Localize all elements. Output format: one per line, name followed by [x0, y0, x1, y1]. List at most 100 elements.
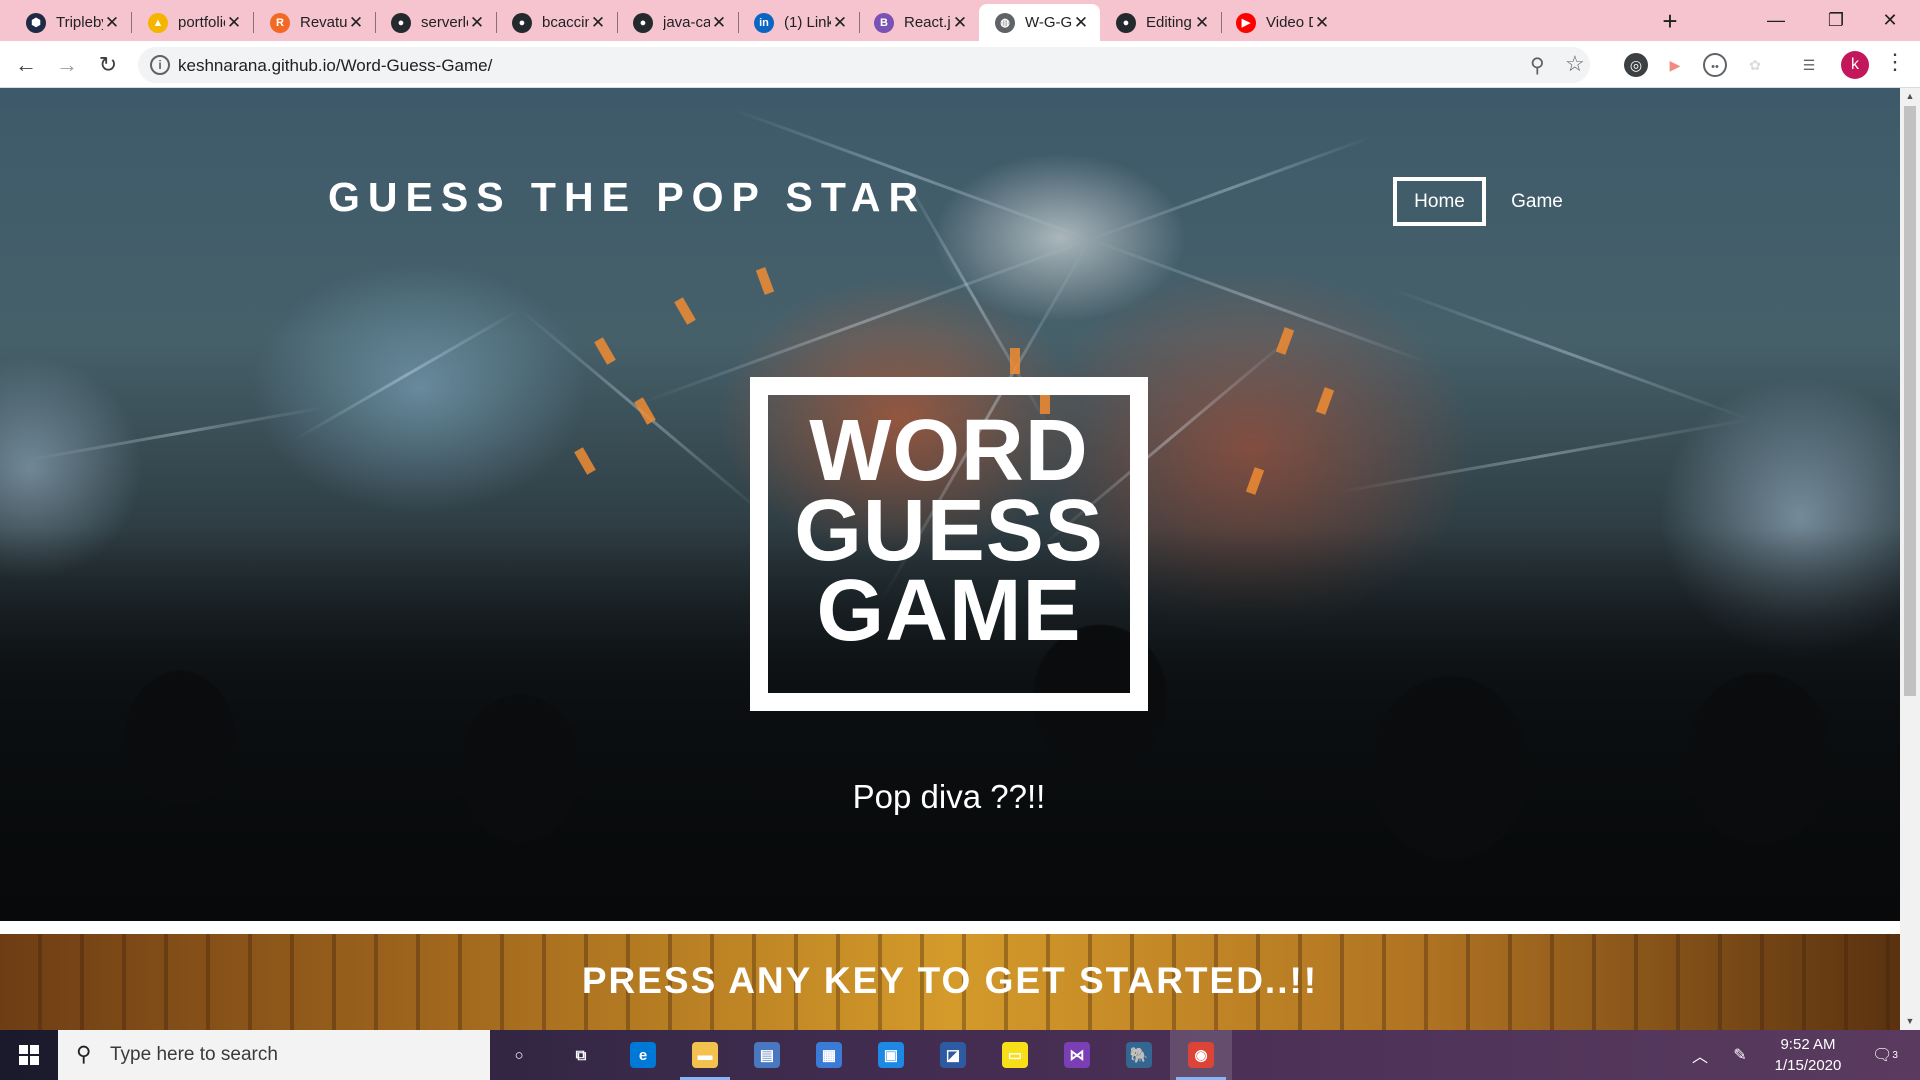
remote-desktop-icon: ◪: [940, 1042, 966, 1068]
visual-studio-icon: ⋈: [1064, 1042, 1090, 1068]
taskbar-app[interactable]: ▤: [736, 1030, 798, 1080]
tab-close-icon[interactable]: ✕: [1072, 13, 1090, 33]
show-hidden-icons-chevron-icon[interactable]: ︿: [1682, 1030, 1718, 1080]
taskbar-app[interactable]: e: [612, 1030, 674, 1080]
store-icon: ▦: [816, 1042, 842, 1068]
new-tab-button[interactable]: +: [1656, 4, 1684, 38]
extension-icon[interactable]: ◎: [1624, 53, 1648, 77]
taskbar-app[interactable]: ▦: [798, 1030, 860, 1080]
browser-tab[interactable]: ● Editing git✕: [1100, 4, 1221, 41]
stage-led-panel: [1315, 387, 1335, 415]
stage-light-beam: [29, 405, 326, 461]
tab-close-icon[interactable]: ✕: [468, 13, 486, 33]
calculator-store-icon: ▣: [878, 1042, 904, 1068]
tab-title: Triplebyte: [56, 14, 103, 31]
stage-led-panel: [1275, 327, 1295, 355]
close-window-button[interactable]: ✕: [1860, 0, 1920, 40]
browser-tab[interactable]: R RevatureP✕: [254, 4, 375, 41]
globe-icon: ◍: [995, 12, 1015, 33]
stage-led-panel: [574, 447, 596, 475]
linkedin-icon: in: [754, 12, 774, 33]
chrome-menu-icon[interactable]: ⋮: [1884, 49, 1906, 75]
taskbar-app[interactable]: ⋈: [1046, 1030, 1108, 1080]
restore-button[interactable]: ❐: [1806, 0, 1866, 40]
browser-tab[interactable]: in (1) Linked✕: [738, 4, 859, 41]
taskbar-search-box[interactable]: ⚲ Type here to search: [58, 1030, 490, 1080]
scroll-down-arrow[interactable]: ▼: [1900, 1013, 1920, 1030]
nav-home-link[interactable]: Home: [1393, 177, 1486, 226]
clock-date: 1/15/2020: [1774, 1057, 1842, 1074]
tab-close-icon[interactable]: ✕: [1313, 13, 1331, 33]
app-icon: ▤: [754, 1042, 780, 1068]
extension-icon[interactable]: ▶: [1663, 53, 1687, 77]
profile-avatar[interactable]: k: [1841, 51, 1869, 79]
taskbar-app[interactable]: ▬: [674, 1030, 736, 1080]
taskbar-app[interactable]: ⧉: [550, 1030, 612, 1080]
search-placeholder: Type here to search: [110, 1044, 278, 1065]
zoom-icon[interactable]: ⚲: [1530, 53, 1545, 78]
revature-icon: R: [270, 12, 290, 33]
browser-tab[interactable]: B React.js ch✕: [858, 4, 979, 41]
tab-close-icon[interactable]: ✕: [589, 13, 607, 33]
tab-close-icon[interactable]: ✕: [710, 13, 728, 33]
taskbar-app[interactable]: ▣: [860, 1030, 922, 1080]
nav-game-link[interactable]: Game: [1497, 177, 1577, 226]
tab-close-icon[interactable]: ✕: [1193, 13, 1211, 33]
clock-time: 9:52 AM: [1780, 1036, 1836, 1053]
hero-section: GUESS THE POP STAR Home Game WORD GUESS …: [0, 88, 1900, 921]
url-text[interactable]: keshnarana.github.io/Word-Guess-Game/: [178, 56, 492, 76]
stage-led-panel: [755, 267, 775, 295]
browser-tab[interactable]: ● serverless✕: [375, 4, 496, 41]
tab-close-icon[interactable]: ✕: [103, 13, 121, 33]
taskbar-app[interactable]: ▭: [984, 1030, 1046, 1080]
github-icon: ●: [1116, 12, 1136, 33]
stage-led-panel: [594, 337, 616, 365]
tab-close-icon[interactable]: ✕: [347, 13, 365, 33]
media-controls-icon[interactable]: ☰: [1797, 53, 1821, 77]
tab-close-icon[interactable]: ✕: [951, 13, 969, 33]
pen-workspace-icon[interactable]: ✎: [1722, 1030, 1758, 1080]
taskbar-app[interactable]: ◪: [922, 1030, 984, 1080]
forward-button[interactable]: →: [51, 49, 83, 81]
scroll-thumb[interactable]: [1904, 106, 1916, 696]
chrome-icon: ◉: [1188, 1042, 1214, 1068]
browser-tab[interactable]: ▲ portfolio -✕: [132, 4, 253, 41]
address-bar[interactable]: i keshnarana.github.io/Word-Guess-Game/ …: [138, 47, 1590, 83]
tab-close-icon[interactable]: ✕: [831, 13, 849, 33]
notification-count: 3: [1892, 1049, 1898, 1061]
start-banner: PRESS ANY KEY TO GET STARTED..!!: [0, 934, 1900, 1030]
tab-title: portfolio -: [178, 14, 225, 31]
github-icon: ●: [512, 12, 532, 33]
taskbar-app[interactable]: ○: [488, 1030, 550, 1080]
github-icon: ●: [633, 12, 653, 33]
site-brand[interactable]: GUESS THE POP STAR: [328, 174, 926, 221]
tab-title: Video Det: [1266, 14, 1313, 31]
section-divider: [0, 921, 1900, 934]
start-button[interactable]: [0, 1030, 58, 1080]
browser-tab[interactable]: ● bcaccinolo✕: [496, 4, 617, 41]
browser-tab[interactable]: ● java-car/C✕: [617, 4, 738, 41]
stage-light-beam: [294, 308, 521, 441]
tab-strip: ⬢Triplebyte✕▲portfolio -✕RRevatureP✕●ser…: [0, 0, 1920, 41]
notification-icon: 🗨: [1872, 1047, 1893, 1064]
back-button[interactable]: ←: [10, 49, 42, 81]
action-center-button[interactable]: 🗨 3: [1862, 1030, 1908, 1080]
scroll-up-arrow[interactable]: ▲: [1900, 88, 1920, 105]
extension-icon[interactable]: ✿: [1743, 53, 1767, 77]
extension-icon[interactable]: ••: [1703, 53, 1727, 77]
game-logo: WORD GUESS GAME: [750, 377, 1148, 711]
page-scrollbar[interactable]: ▲ ▼: [1900, 88, 1920, 1030]
minimize-button[interactable]: —: [1746, 0, 1806, 40]
reload-button[interactable]: ↻: [92, 49, 124, 81]
bookmark-star-icon[interactable]: ☆: [1565, 51, 1585, 77]
browser-tab[interactable]: ◍ W-G-G ✕: [979, 4, 1100, 41]
windows-logo-icon: [19, 1045, 39, 1065]
tab-close-icon[interactable]: ✕: [225, 13, 243, 33]
taskbar-app[interactable]: ◉: [1170, 1030, 1232, 1080]
browser-tab[interactable]: ▶ Video Det✕: [1220, 4, 1341, 41]
browser-tab[interactable]: ⬢ Triplebyte✕: [10, 4, 131, 41]
taskbar-app[interactable]: 🐘: [1108, 1030, 1170, 1080]
taskbar-clock[interactable]: 9:52 AM 1/15/2020: [1760, 1034, 1856, 1076]
sticky-notes-icon: ▭: [1002, 1042, 1028, 1068]
site-info-icon[interactable]: i: [150, 55, 170, 75]
